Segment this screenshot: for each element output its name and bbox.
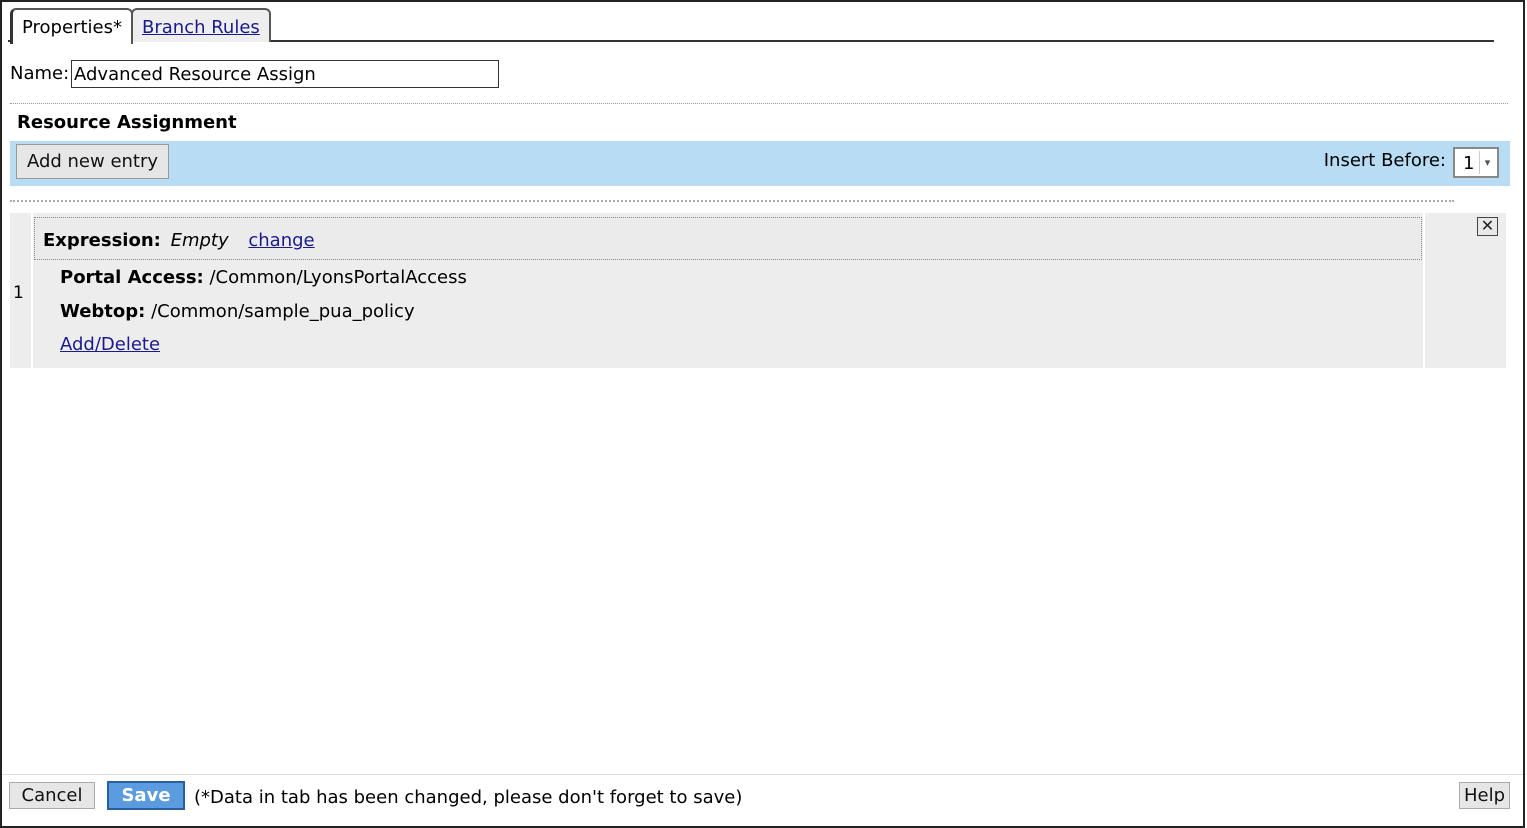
insert-before-label: Insert Before:: [1323, 150, 1446, 171]
name-input[interactable]: [71, 60, 499, 88]
help-button[interactable]: Help: [1459, 782, 1510, 809]
name-label: Name:: [10, 63, 70, 84]
expression-box: Expression: Empty change: [34, 217, 1422, 260]
expression-value: Empty: [170, 230, 229, 251]
unsaved-changes-note: (*Data in tab has been changed, please d…: [194, 787, 743, 808]
webtop-label: Webtop:: [60, 301, 146, 322]
tab-properties[interactable]: Properties*: [10, 8, 133, 44]
portal-access-label: Portal Access:: [60, 267, 204, 288]
save-button[interactable]: Save: [107, 781, 185, 810]
portal-access-value: /Common/LyonsPortalAccess: [209, 267, 467, 288]
change-expression-link[interactable]: change: [248, 230, 314, 251]
entry-number: 1: [13, 283, 24, 303]
entry-separator: [31, 213, 33, 368]
tab-branch-rules-link[interactable]: Branch Rules: [142, 17, 260, 38]
close-icon[interactable]: ✕: [1477, 217, 1498, 236]
cancel-button[interactable]: Cancel: [9, 782, 95, 809]
portal-access-row: Portal Access: /Common/LyonsPortalAccess: [60, 267, 467, 288]
add-new-entry-button[interactable]: Add new entry: [16, 144, 169, 179]
webtop-value: /Common/sample_pua_policy: [151, 301, 415, 322]
add-delete-row: Add/Delete: [60, 334, 160, 355]
divider: [10, 200, 1454, 202]
divider: [10, 103, 1508, 104]
add-delete-link[interactable]: Add/Delete: [60, 334, 160, 355]
footer-divider: [2, 774, 1523, 775]
insert-before-select[interactable]: 1 ▾: [1453, 147, 1499, 178]
expression-label: Expression:: [43, 230, 161, 251]
section-title: Resource Assignment: [17, 112, 237, 133]
webtop-row: Webtop: /Common/sample_pua_policy: [60, 301, 415, 322]
insert-before-value: 1: [1463, 153, 1475, 174]
tab-properties-label: Properties*: [22, 17, 122, 38]
resource-toolbar: Add new entry Insert Before: 1 ▾: [10, 141, 1510, 186]
resource-entry: 1 Expression: Empty change Portal Access…: [10, 213, 1506, 368]
tab-branch-rules[interactable]: Branch Rules: [131, 8, 271, 42]
tab-bar: Properties* Branch Rules: [8, 8, 1494, 44]
chevron-down-icon: ▾: [1479, 151, 1495, 174]
entry-separator: [1423, 213, 1425, 368]
